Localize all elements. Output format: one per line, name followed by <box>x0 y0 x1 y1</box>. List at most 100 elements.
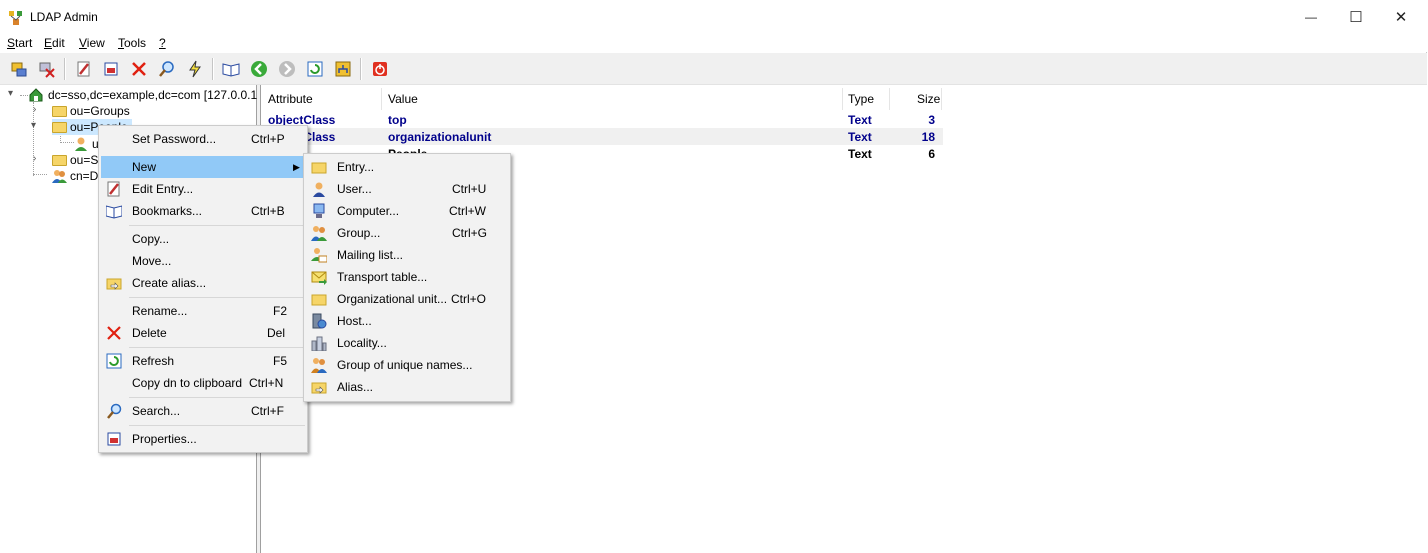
chevron-right-icon[interactable]: › <box>33 104 36 115</box>
submenu-item-organizational-unit[interactable]: Organizational unit... Ctrl+O <box>306 288 508 310</box>
submenu-item-host[interactable]: Host... <box>306 310 508 332</box>
tree-node-root[interactable]: dc=sso,dc=example,dc=com [127.0.0.1] <box>28 87 260 103</box>
search-button[interactable] <box>158 60 176 78</box>
connect-button[interactable] <box>10 60 28 78</box>
refresh-icon <box>106 353 122 369</box>
back-button[interactable] <box>250 60 268 78</box>
maximize-button[interactable]: ☐ <box>1333 0 1379 34</box>
tree-node-groups[interactable]: ou=Groups <box>52 103 130 119</box>
menu-item-properties[interactable]: Properties... <box>101 428 305 450</box>
properties-button[interactable] <box>102 60 120 78</box>
user-icon <box>75 137 87 151</box>
schema-button[interactable] <box>334 60 352 78</box>
column-header-type[interactable]: Type <box>848 92 874 106</box>
row-1-value[interactable]: organizationalunit <box>388 130 491 144</box>
menu-item-copy[interactable]: Copy... <box>101 228 305 250</box>
menu-separator <box>129 397 305 398</box>
tree-node-user[interactable]: u <box>74 136 99 152</box>
row-0-value[interactable]: top <box>388 113 407 127</box>
submenu-item-mailing-list[interactable]: Mailing list... <box>306 244 508 266</box>
row-1-type[interactable]: Text <box>848 130 872 144</box>
row-2-size[interactable]: 6 <box>921 147 935 161</box>
lightning-icon <box>189 60 201 78</box>
properties-icon <box>106 431 122 447</box>
toolbar-separator <box>64 58 66 80</box>
group-icon <box>311 225 327 241</box>
chevron-down-icon[interactable]: ▾ <box>31 120 36 131</box>
column-header-value[interactable]: Value <box>388 92 418 106</box>
menu-separator <box>129 347 305 348</box>
alias-folder-icon <box>311 379 327 395</box>
submenu-item-group[interactable]: Group... Ctrl+G <box>306 222 508 244</box>
toolbar <box>0 53 1427 85</box>
lightning-button[interactable] <box>186 60 204 78</box>
menu-separator <box>129 297 305 298</box>
maximize-icon: ☐ <box>1349 9 1363 26</box>
chevron-right-icon[interactable]: › <box>33 153 36 164</box>
row-2-type[interactable]: Text <box>848 147 872 161</box>
menu-separator <box>129 425 305 426</box>
server-home-icon <box>29 88 43 102</box>
pencil-icon <box>106 181 122 197</box>
menu-item-create-alias[interactable]: Create alias... <box>101 272 305 294</box>
menu-item-bookmarks[interactable]: Bookmarks... Ctrl+B <box>101 200 305 222</box>
folder-open-icon <box>52 121 67 133</box>
bookmarks-button[interactable] <box>222 60 240 78</box>
folder-icon <box>52 105 67 117</box>
menu-item-copy-dn[interactable]: Copy dn to clipboard Ctrl+N <box>101 372 305 394</box>
submenu-item-alias[interactable]: Alias... <box>306 376 508 398</box>
menu-start[interactable]: Start <box>7 36 32 50</box>
tree-node-cn[interactable]: cn=D <box>52 168 98 184</box>
folder-icon <box>52 154 67 166</box>
column-separator <box>842 88 843 110</box>
menu-item-edit-entry[interactable]: Edit Entry... <box>101 178 305 200</box>
menu-item-search[interactable]: Search... Ctrl+F <box>101 400 305 422</box>
edit-entry-button[interactable] <box>75 60 93 78</box>
connect-icon <box>11 62 27 77</box>
delete-icon <box>132 62 146 76</box>
pencil-icon <box>77 61 90 77</box>
row-0-size[interactable]: 3 <box>921 113 935 127</box>
menu-view[interactable]: View <box>79 36 105 50</box>
refresh-button[interactable] <box>306 60 324 78</box>
submenu-item-locality[interactable]: Locality... <box>306 332 508 354</box>
forward-button[interactable] <box>278 60 296 78</box>
menu-tools[interactable]: Tools <box>118 36 146 50</box>
chevron-down-icon[interactable]: ▾ <box>8 88 13 99</box>
menu-item-move[interactable]: Move... <box>101 250 305 272</box>
delete-button[interactable] <box>130 60 148 78</box>
submenu-item-computer[interactable]: Computer... Ctrl+W <box>306 200 508 222</box>
column-header-size[interactable]: Size <box>917 92 940 106</box>
row-1-size[interactable]: 18 <box>915 130 935 144</box>
submenu-item-group-of-unique-names[interactable]: Group of unique names... <box>306 354 508 376</box>
window-title: LDAP Admin <box>30 10 98 24</box>
minimize-button[interactable]: — <box>1288 0 1334 34</box>
folder-icon <box>311 291 327 307</box>
tree-guide-line <box>33 174 47 175</box>
disconnect-button[interactable] <box>38 60 56 78</box>
exit-button[interactable] <box>371 60 389 78</box>
menu-item-rename[interactable]: Rename... F2 <box>101 300 305 322</box>
menu-item-delete[interactable]: Delete Del <box>101 322 305 344</box>
user-icon <box>311 181 327 197</box>
menu-item-new[interactable]: New ▶ <box>101 156 305 178</box>
disconnect-icon <box>39 62 55 78</box>
row-0-type[interactable]: Text <box>848 113 872 127</box>
buildings-icon <box>311 335 327 351</box>
menu-edit[interactable]: Edit <box>44 36 65 50</box>
close-window-button[interactable]: ✕ <box>1378 0 1424 34</box>
menu-item-refresh[interactable]: Refresh F5 <box>101 350 305 372</box>
schema-icon <box>335 61 351 77</box>
menu-bar: Start Edit View Tools ? <box>0 34 1427 52</box>
search-icon <box>106 403 122 419</box>
main-window: LDAP Admin — ☐ ✕ Start Edit View Tools ? <box>0 0 1427 553</box>
column-header-attribute[interactable]: Attribute <box>268 92 313 106</box>
submenu-item-entry[interactable]: Entry... <box>306 156 508 178</box>
column-separator <box>889 88 890 110</box>
menu-help[interactable]: ? <box>159 36 166 50</box>
submenu-item-user[interactable]: User... Ctrl+U <box>306 178 508 200</box>
menu-item-set-password[interactable]: Set Password... Ctrl+P <box>101 128 305 150</box>
submenu-item-transport-table[interactable]: Transport table... <box>306 266 508 288</box>
tree-node-services[interactable]: ou=S <box>52 152 98 168</box>
tree-guide-line <box>20 95 28 96</box>
